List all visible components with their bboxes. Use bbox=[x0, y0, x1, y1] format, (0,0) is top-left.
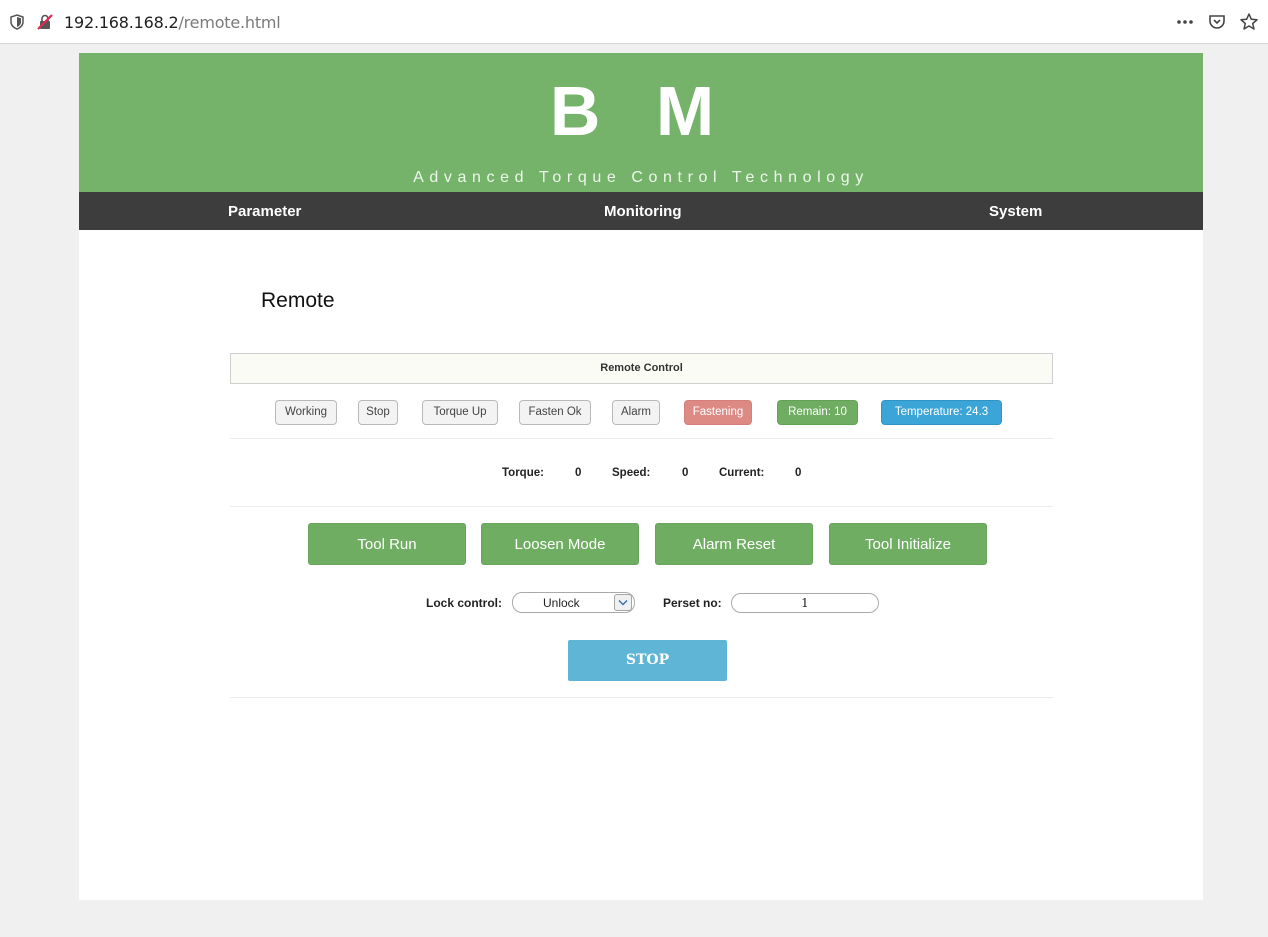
divider bbox=[230, 697, 1053, 698]
divider bbox=[230, 438, 1053, 439]
browser-toolbar: 192.168.168.2/remote.html bbox=[0, 0, 1268, 44]
lock-control-value: Unlock bbox=[543, 596, 580, 610]
status-indicators: Working Stop Torque Up Fasten Ok Alarm F… bbox=[230, 400, 1053, 426]
lock-control-label: Lock control: bbox=[426, 596, 503, 610]
preset-number-label: Perset no: bbox=[663, 596, 722, 610]
url-text[interactable]: 192.168.168.2/remote.html bbox=[64, 13, 281, 32]
divider bbox=[230, 506, 1053, 507]
stop-button[interactable]: STOP bbox=[568, 640, 727, 681]
current-value: 0 bbox=[795, 467, 802, 479]
speed-label: Speed: bbox=[612, 467, 651, 479]
status-fastening: Fastening bbox=[684, 400, 752, 425]
tool-initialize-button[interactable]: Tool Initialize bbox=[829, 523, 987, 565]
torque-value: 0 bbox=[575, 467, 582, 479]
nav-item-parameter[interactable]: Parameter bbox=[228, 203, 301, 220]
preset-number-input[interactable]: 1 bbox=[731, 593, 879, 613]
torque-label: Torque: bbox=[502, 467, 544, 479]
main-nav: Parameter Monitoring System bbox=[79, 192, 1203, 230]
page-title: Remote bbox=[261, 289, 335, 312]
loosen-mode-button[interactable]: Loosen Mode bbox=[481, 523, 639, 565]
site-header: B M Advanced Torque Control Technology bbox=[79, 53, 1203, 192]
chevron-down-icon[interactable] bbox=[614, 594, 632, 611]
more-actions-icon[interactable] bbox=[1174, 11, 1196, 33]
bookmark-star-icon[interactable] bbox=[1238, 11, 1260, 33]
status-remain: Remain: 10 bbox=[777, 400, 858, 425]
status-working: Working bbox=[275, 400, 337, 425]
url-bar[interactable]: 192.168.168.2/remote.html bbox=[6, 6, 1264, 38]
nav-item-system[interactable]: System bbox=[989, 203, 1042, 220]
shield-icon[interactable] bbox=[6, 11, 28, 33]
status-temperature: Temperature: 24.3 bbox=[881, 400, 1002, 425]
url-host: 192.168.168.2 bbox=[64, 12, 179, 32]
insecure-lock-icon[interactable] bbox=[34, 11, 56, 33]
brand-logo: B M bbox=[549, 72, 733, 150]
nav-item-monitoring[interactable]: Monitoring bbox=[604, 203, 681, 220]
status-alarm: Alarm bbox=[612, 400, 660, 425]
live-readouts: Torque: 0 Speed: 0 Current: 0 bbox=[230, 467, 1053, 483]
panel-heading: Remote Control bbox=[230, 353, 1053, 384]
brand-tagline: Advanced Torque Control Technology bbox=[413, 169, 869, 186]
status-torque-up: Torque Up bbox=[422, 400, 498, 425]
status-stop: Stop bbox=[358, 400, 398, 425]
speed-value: 0 bbox=[682, 467, 689, 479]
status-fasten-ok: Fasten Ok bbox=[519, 400, 591, 425]
tool-run-button[interactable]: Tool Run bbox=[308, 523, 466, 565]
page-container: B M Advanced Torque Control Technology P… bbox=[79, 53, 1203, 900]
url-path: /remote.html bbox=[178, 12, 281, 32]
current-label: Current: bbox=[719, 467, 765, 479]
alarm-reset-button[interactable]: Alarm Reset bbox=[655, 523, 813, 565]
lock-control-select[interactable]: Unlock bbox=[512, 592, 635, 613]
pocket-icon[interactable] bbox=[1206, 11, 1228, 33]
